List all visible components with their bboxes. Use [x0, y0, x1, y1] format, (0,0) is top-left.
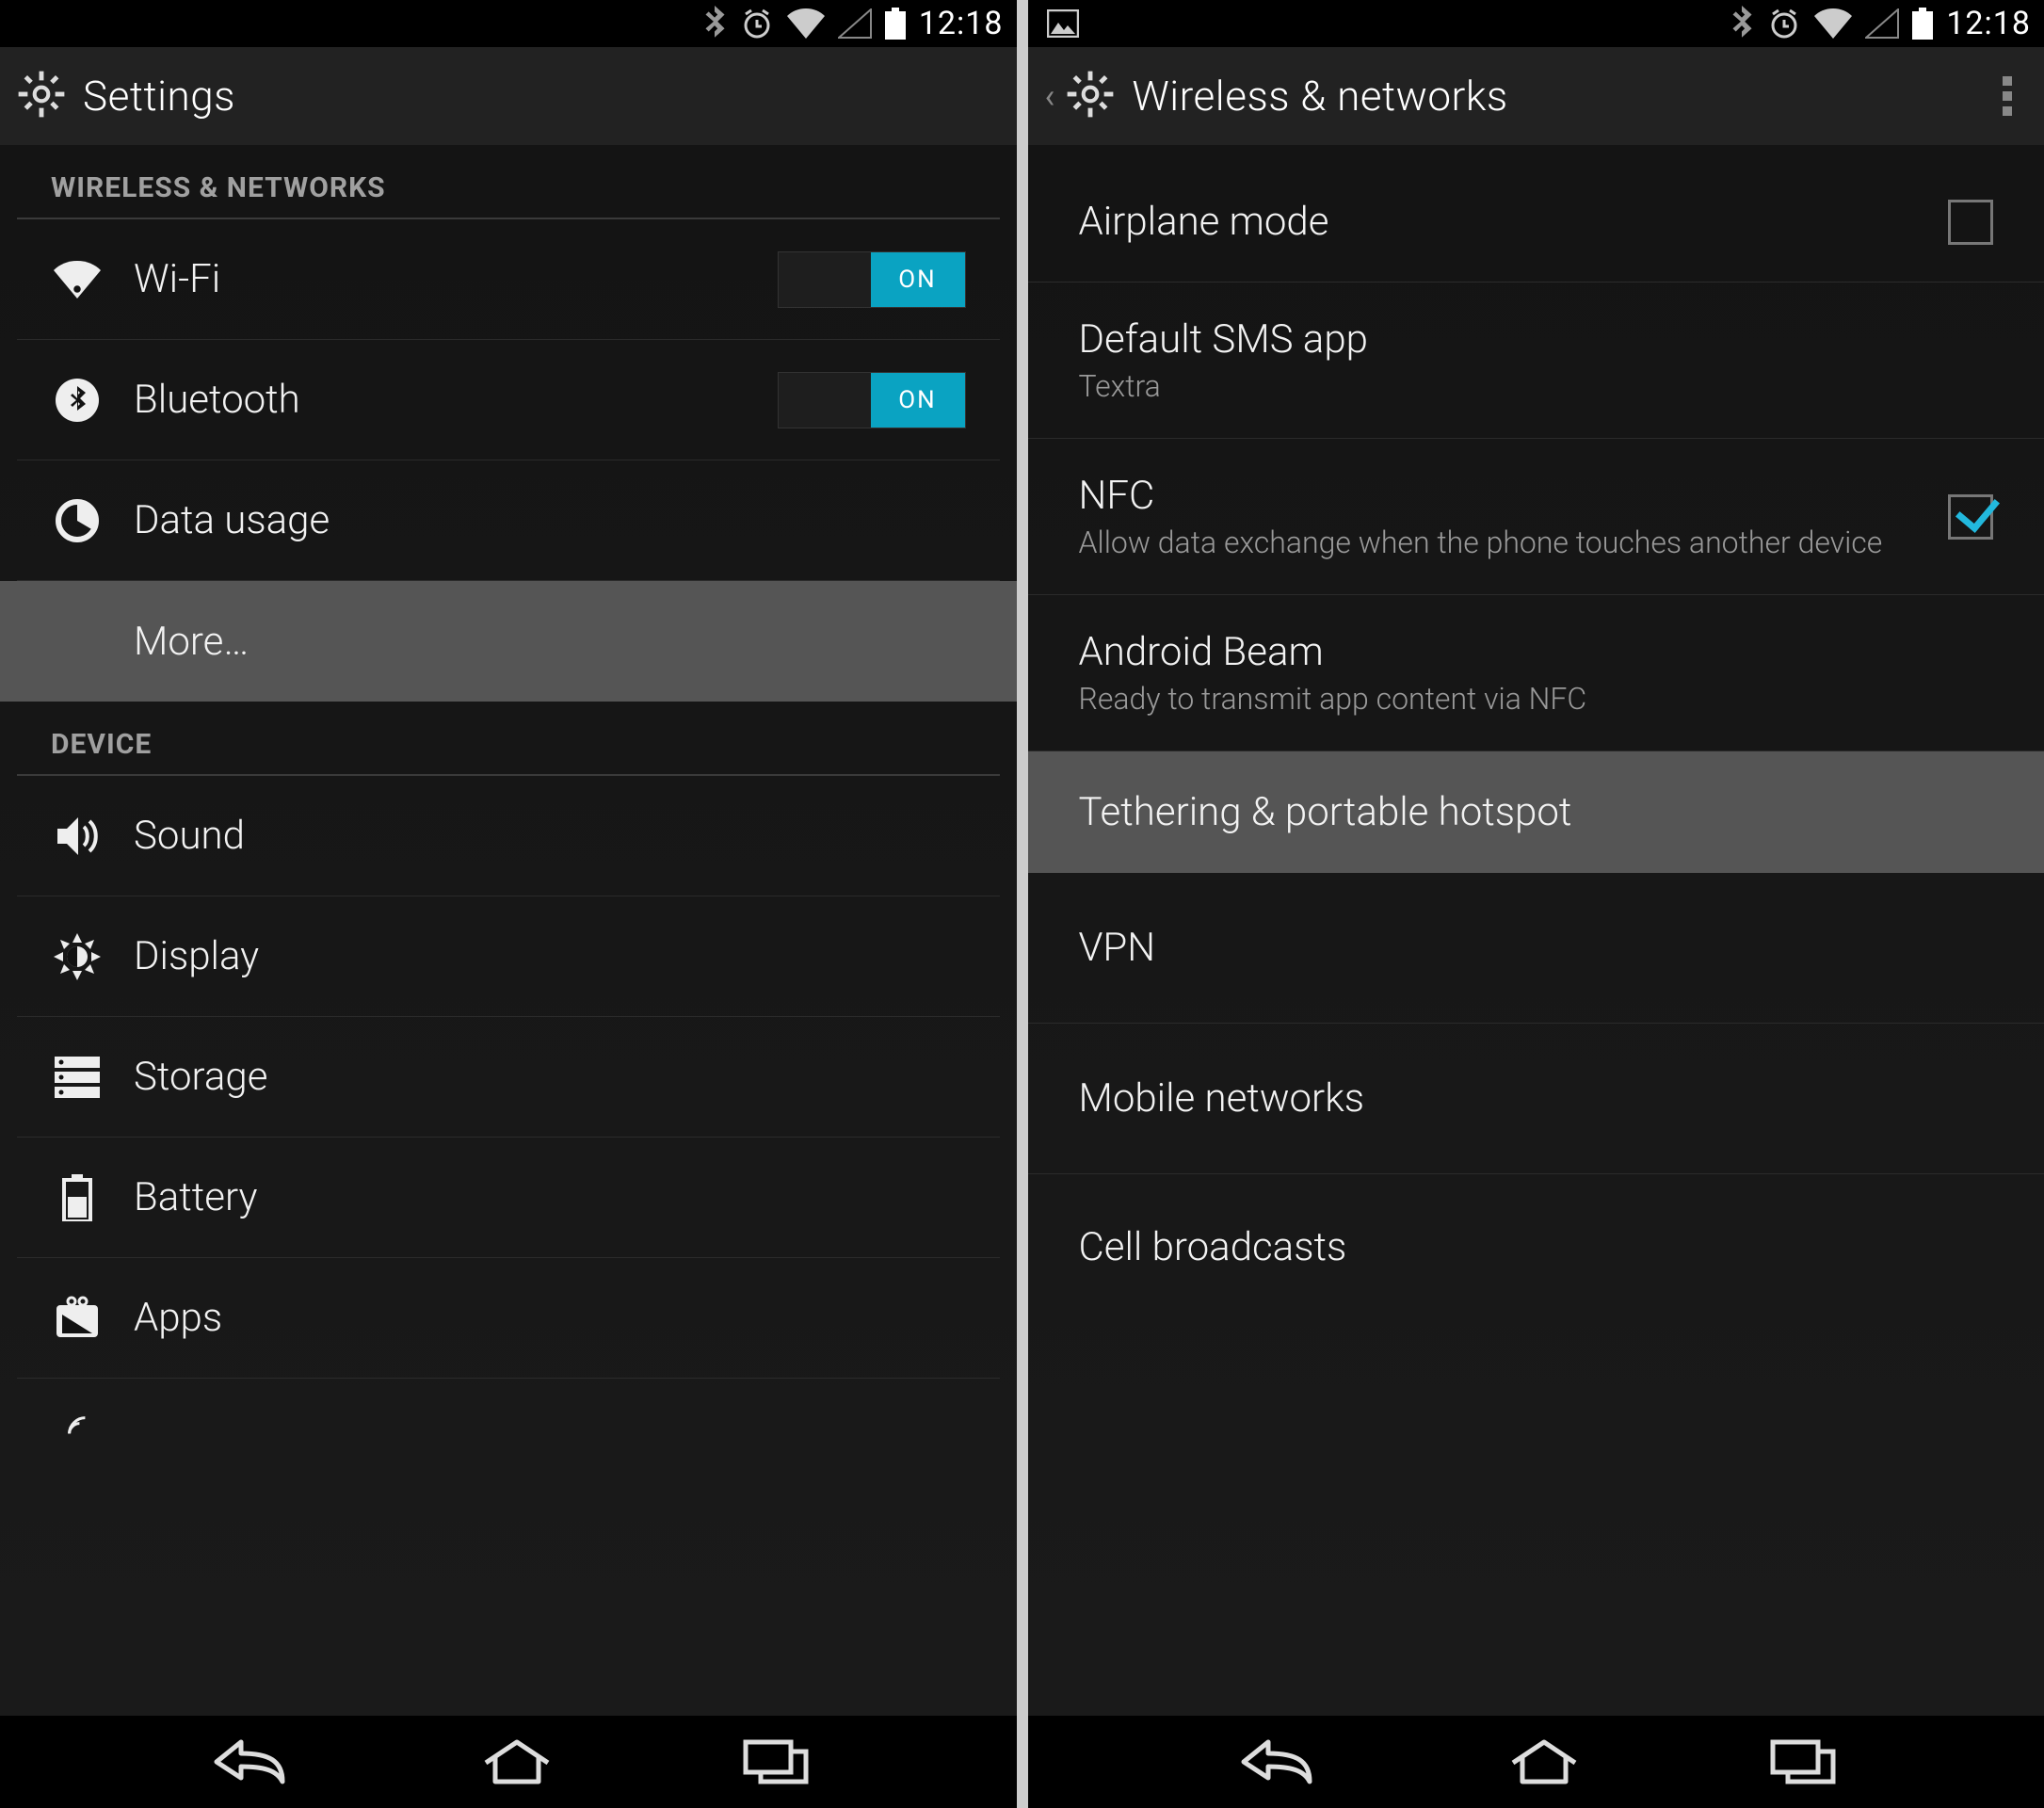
recent-nav-button[interactable] [742, 1738, 810, 1785]
display-label: Display [134, 933, 259, 979]
settings-screen: 12:18 Settings Wireless & networks Wi-Fi… [0, 0, 1017, 1808]
default-sms-value: Textra [1079, 368, 1994, 404]
back-nav-button[interactable] [207, 1736, 292, 1787]
section-device: Device [17, 702, 1000, 776]
wifi-status-icon [1814, 8, 1852, 39]
wifi-status-icon [787, 8, 825, 39]
sound-label: Sound [134, 813, 245, 859]
more-label: More… [134, 619, 249, 665]
more-row[interactable]: More… [0, 581, 1017, 702]
default-sms-row[interactable]: Default SMS app Textra [1028, 282, 2044, 439]
status-bar: 12:18 [1028, 0, 2044, 47]
airplane-mode-label: Airplane mode [1079, 199, 1949, 245]
android-beam-row[interactable]: Android Beam Ready to transmit app conte… [1028, 595, 2044, 751]
cell-broadcasts-label: Cell broadcasts [1079, 1224, 1994, 1270]
display-row[interactable]: Display [17, 896, 1000, 1017]
wireless-list[interactable]: Airplane mode Default SMS app Textra NFC… [1028, 145, 2044, 1716]
bluetooth-toggle[interactable]: ON [778, 372, 966, 428]
wifi-row[interactable]: Wi-Fi ON [17, 219, 1000, 340]
wifi-label: Wi-Fi [134, 256, 220, 302]
sound-icon [51, 810, 104, 863]
storage-row[interactable]: Storage [17, 1017, 1000, 1138]
nfc-label: NFC [1079, 473, 1949, 519]
signal-status-icon [838, 8, 872, 39]
bluetooth-label: Bluetooth [134, 377, 300, 423]
nfc-row[interactable]: NFC Allow data exchange when the phone t… [1028, 439, 2044, 595]
home-nav-button[interactable] [480, 1738, 554, 1785]
default-sms-label: Default SMS app [1079, 316, 1994, 363]
page-title: Settings [83, 72, 235, 121]
overflow-menu-button[interactable] [1988, 57, 2027, 135]
signal-status-icon [1865, 8, 1899, 39]
android-beam-description: Ready to transmit app content via NFC [1079, 681, 1994, 717]
data-usage-row[interactable]: Data usage [17, 460, 1000, 581]
action-bar: Settings [0, 47, 1017, 145]
nfc-description: Allow data exchange when the phone touch… [1079, 525, 1949, 560]
settings-list[interactable]: Wireless & networks Wi-Fi ON Bluetooth O… [0, 145, 1017, 1716]
recent-nav-button[interactable] [1769, 1738, 1837, 1785]
battery-status-icon [1912, 8, 1933, 40]
page-title: Wireless & networks [1132, 72, 1507, 121]
vpn-label: VPN [1079, 925, 1994, 971]
apps-icon [51, 1292, 104, 1345]
navigation-bar [0, 1716, 1017, 1808]
bluetooth-status-icon [1730, 6, 1754, 41]
wifi-toggle[interactable]: ON [778, 251, 966, 308]
battery-status-icon [885, 8, 906, 40]
bluetooth-status-icon [702, 6, 727, 41]
bluetooth-icon [51, 374, 104, 427]
storage-label: Storage [134, 1054, 267, 1100]
android-beam-label: Android Beam [1079, 629, 1994, 675]
cell-broadcasts-row[interactable]: Cell broadcasts [1028, 1174, 2044, 1295]
airplane-mode-row[interactable]: Airplane mode [1028, 162, 2044, 282]
gear-icon [17, 70, 66, 122]
bluetooth-row[interactable]: Bluetooth ON [17, 340, 1000, 460]
back-caret-icon[interactable]: ‹ [1045, 76, 1055, 116]
gear-icon[interactable] [1066, 70, 1115, 122]
data-usage-label: Data usage [134, 497, 330, 543]
display-icon [51, 930, 104, 983]
storage-icon [51, 1051, 104, 1104]
status-time: 12:18 [1946, 5, 2031, 42]
partial-row [17, 1379, 1000, 1452]
battery-label: Battery [134, 1174, 258, 1220]
back-nav-button[interactable] [1234, 1736, 1319, 1787]
battery-row[interactable]: Battery [17, 1138, 1000, 1258]
unknown-icon [51, 1399, 104, 1452]
navigation-bar [1028, 1716, 2044, 1808]
mobile-networks-label: Mobile networks [1079, 1075, 1994, 1122]
section-wireless-networks: Wireless & networks [17, 145, 1000, 219]
apps-row[interactable]: Apps [17, 1258, 1000, 1379]
sound-row[interactable]: Sound [17, 776, 1000, 896]
vpn-row[interactable]: VPN [1028, 873, 2044, 1024]
apps-label: Apps [134, 1295, 222, 1341]
wifi-icon [51, 253, 104, 306]
status-bar: 12:18 [0, 0, 1017, 47]
tethering-label: Tethering & portable hotspot [1079, 789, 1994, 835]
mobile-networks-row[interactable]: Mobile networks [1028, 1024, 2044, 1174]
action-bar: ‹ Wireless & networks [1028, 47, 2044, 145]
wireless-networks-screen: 12:18 ‹ Wireless & networks Airplane mod… [1028, 0, 2044, 1808]
alarm-status-icon [740, 7, 774, 40]
tethering-row[interactable]: Tethering & portable hotspot [1028, 751, 2044, 873]
nfc-checkbox[interactable] [1948, 494, 1993, 540]
data-usage-icon [51, 494, 104, 547]
home-nav-button[interactable] [1507, 1738, 1581, 1785]
battery-icon [51, 1171, 104, 1224]
alarm-status-icon [1767, 7, 1801, 40]
airplane-mode-checkbox[interactable] [1948, 200, 1993, 245]
status-time: 12:18 [919, 5, 1004, 42]
image-notification-icon [1047, 9, 1079, 38]
